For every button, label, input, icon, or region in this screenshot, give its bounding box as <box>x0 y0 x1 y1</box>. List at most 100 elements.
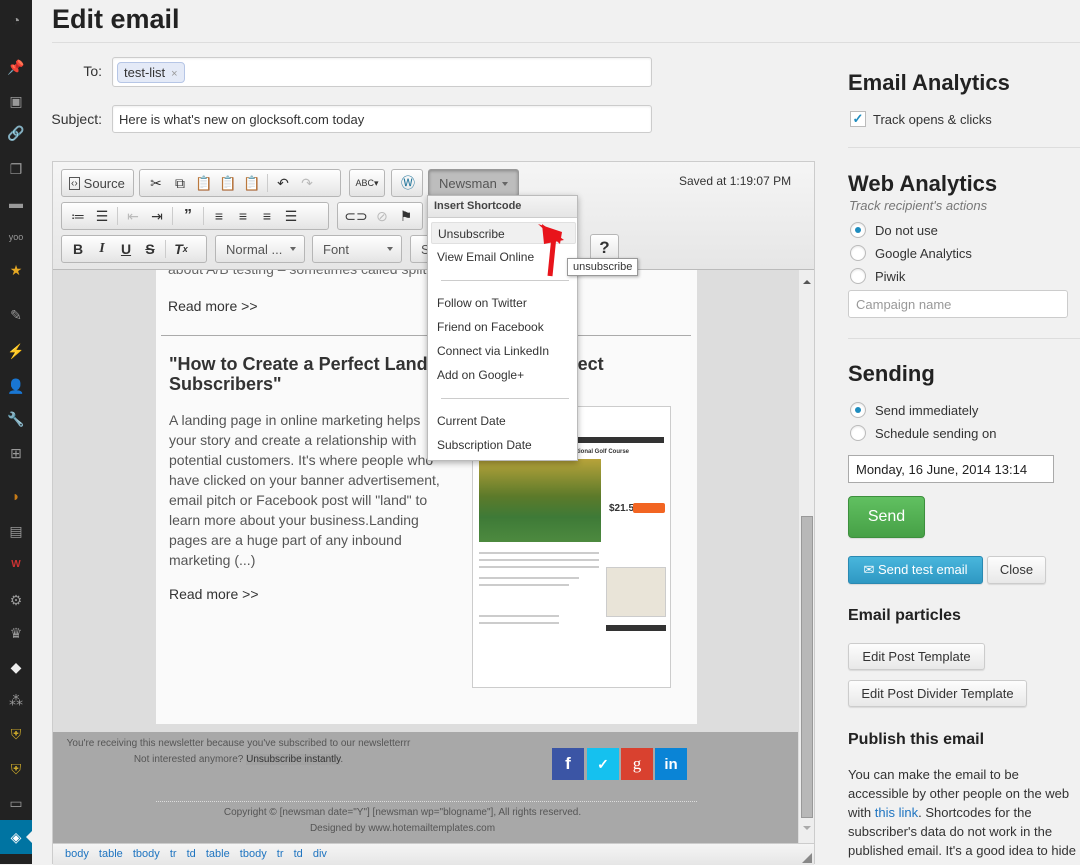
menu-item-twitter[interactable]: Follow on Twitter <box>431 292 576 314</box>
path-item[interactable]: tr <box>277 848 284 860</box>
send-immediately-option[interactable]: Send immediately <box>850 402 978 418</box>
plugin-orange-icon[interactable]: ◗ <box>0 484 32 508</box>
bulleted-list-icon[interactable]: ☰ <box>90 205 114 227</box>
italic-icon[interactable]: I <box>90 238 114 260</box>
appearance-icon[interactable]: ✎ <box>0 303 32 327</box>
scroll-up-icon[interactable] <box>803 276 811 284</box>
radio-icon[interactable] <box>850 425 866 441</box>
campaign-name-input[interactable]: Campaign name <box>848 290 1068 318</box>
menu-item-subscription-date[interactable]: Subscription Date <box>431 434 576 456</box>
web-analytics-option-piwik[interactable]: Piwik <box>850 268 905 284</box>
yoo-icon[interactable]: yoo <box>0 225 32 249</box>
wp-seo-icon[interactable]: W <box>0 552 32 576</box>
font-select[interactable]: Font <box>312 235 402 263</box>
link-icon[interactable]: 🔗 <box>0 121 32 145</box>
comments-icon[interactable]: ▬ <box>0 191 32 215</box>
pin-icon[interactable]: 📌 <box>0 55 32 79</box>
resize-grip-icon[interactable] <box>802 853 812 863</box>
dashboard-icon[interactable]: ◔ <box>0 8 32 32</box>
newsman-shortcode-dropdown[interactable]: Newsman <box>428 169 519 197</box>
users-icon[interactable]: 👤 <box>0 374 32 398</box>
path-item[interactable]: tbody <box>133 848 160 860</box>
outdent-icon[interactable]: ⇤ <box>121 205 145 227</box>
radio-selected-icon[interactable] <box>850 402 866 418</box>
justify-icon[interactable]: ☰ <box>279 205 303 227</box>
wordpress-icon[interactable]: Ⓦ <box>396 172 420 194</box>
align-left-icon[interactable]: ≡ <box>207 205 231 227</box>
schedule-datetime-input[interactable]: Monday, 16 June, 2014 13:14 <box>848 455 1054 483</box>
align-center-icon[interactable]: ≡ <box>231 205 255 227</box>
close-button[interactable]: Close <box>987 556 1046 584</box>
path-item[interactable]: td <box>294 848 303 860</box>
cut-icon[interactable]: ✂ <box>144 172 168 194</box>
shield-icon[interactable]: ⛨ <box>0 722 32 746</box>
path-item[interactable]: td <box>187 848 196 860</box>
menu-item-facebook[interactable]: Friend on Facebook <box>431 316 576 338</box>
radio-selected-icon[interactable] <box>850 222 866 238</box>
link-icon[interactable]: ⊂⊃ <box>342 205 370 227</box>
read-more-link[interactable]: Read more >> <box>169 586 259 602</box>
read-more-link[interactable]: Read more >> <box>168 298 258 314</box>
gear-icon[interactable]: ⚙ <box>0 588 32 612</box>
to-field[interactable]: test-list × <box>112 57 652 87</box>
format-select[interactable]: Normal ... <box>215 235 305 263</box>
radio-icon[interactable] <box>850 245 866 261</box>
scroll-thumb[interactable] <box>801 516 813 818</box>
path-item[interactable]: div <box>313 848 327 860</box>
undo-icon[interactable]: ↶ <box>271 172 295 194</box>
cube-icon[interactable]: ◆ <box>0 655 32 679</box>
star-icon[interactable]: ★ <box>0 258 32 282</box>
strikethrough-icon[interactable]: S <box>138 238 162 260</box>
path-item[interactable]: tr <box>170 848 177 860</box>
scroll-down-icon[interactable] <box>803 826 811 834</box>
redo-icon[interactable]: ↷ <box>295 172 319 194</box>
path-item[interactable]: tbody <box>240 848 267 860</box>
path-item[interactable]: table <box>99 848 123 860</box>
unsubscribe-link[interactable]: Unsubscribe instantly <box>246 754 341 765</box>
pages-icon[interactable]: ❐ <box>0 157 32 181</box>
spellcheck-icon[interactable]: ABC▾ <box>354 172 380 194</box>
publish-link[interactable]: this link <box>875 805 918 820</box>
blockquote-icon[interactable]: ” <box>176 205 200 227</box>
google-plus-icon[interactable]: g <box>621 748 653 780</box>
web-analytics-option-none[interactable]: Do not use <box>850 222 938 238</box>
anchor-flag-icon[interactable]: ⚑ <box>394 205 418 227</box>
align-right-icon[interactable]: ≡ <box>255 205 279 227</box>
editor-content[interactable]: about A/B testing – sometimes called spl… <box>53 270 798 843</box>
shield-alt-icon[interactable]: ⛨ <box>0 757 32 781</box>
plugins-icon[interactable]: ⚡ <box>0 339 32 363</box>
twitter-icon[interactable]: ✓ <box>587 748 619 780</box>
numbered-list-icon[interactable]: ≔ <box>66 205 90 227</box>
linkedin-icon[interactable]: in <box>655 748 687 780</box>
menu-item-google-plus[interactable]: Add on Google+ <box>431 364 576 386</box>
edit-post-template-button[interactable]: Edit Post Template <box>848 643 985 670</box>
checkbox-checked-icon[interactable]: ✓ <box>850 111 866 127</box>
newsletter-icon[interactable]: ▤ <box>0 519 32 543</box>
menu-item-current-date[interactable]: Current Date <box>431 410 576 432</box>
path-item[interactable]: body <box>65 848 89 860</box>
send-test-email-button[interactable]: ✉ Send test email <box>848 556 983 584</box>
copy-icon[interactable]: ⧉ <box>168 172 192 194</box>
bold-icon[interactable]: B <box>66 238 90 260</box>
network-icon[interactable]: ⁂ <box>0 688 32 712</box>
underline-icon[interactable]: U <box>114 238 138 260</box>
remove-format-icon[interactable]: Tx <box>169 238 193 260</box>
paste-icon[interactable]: 📋 <box>192 172 216 194</box>
track-opens-option[interactable]: ✓ Track opens & clicks <box>850 111 992 127</box>
radio-icon[interactable] <box>850 268 866 284</box>
tools-icon[interactable]: 🔧 <box>0 407 32 431</box>
editor-scrollbar[interactable] <box>798 270 814 843</box>
edit-divider-template-button[interactable]: Edit Post Divider Template <box>848 680 1027 707</box>
settings-sliders-icon[interactable]: ⊞ <box>0 441 32 465</box>
paste-from-word-icon[interactable]: 📋 <box>240 172 264 194</box>
unlink-icon[interactable]: ⊘ <box>370 205 394 227</box>
schedule-option[interactable]: Schedule sending on <box>850 425 996 441</box>
crown-icon[interactable]: ♛ <box>0 621 32 645</box>
source-button[interactable]: ‹› Source <box>66 172 128 194</box>
remove-tag-icon[interactable]: × <box>171 68 177 80</box>
newsman-icon[interactable]: ◈ <box>0 820 32 854</box>
indent-icon[interactable]: ⇥ <box>145 205 169 227</box>
facebook-icon[interactable]: f <box>552 748 584 780</box>
media-icon[interactable]: ▣ <box>0 89 32 113</box>
web-analytics-option-google[interactable]: Google Analytics <box>850 245 972 261</box>
